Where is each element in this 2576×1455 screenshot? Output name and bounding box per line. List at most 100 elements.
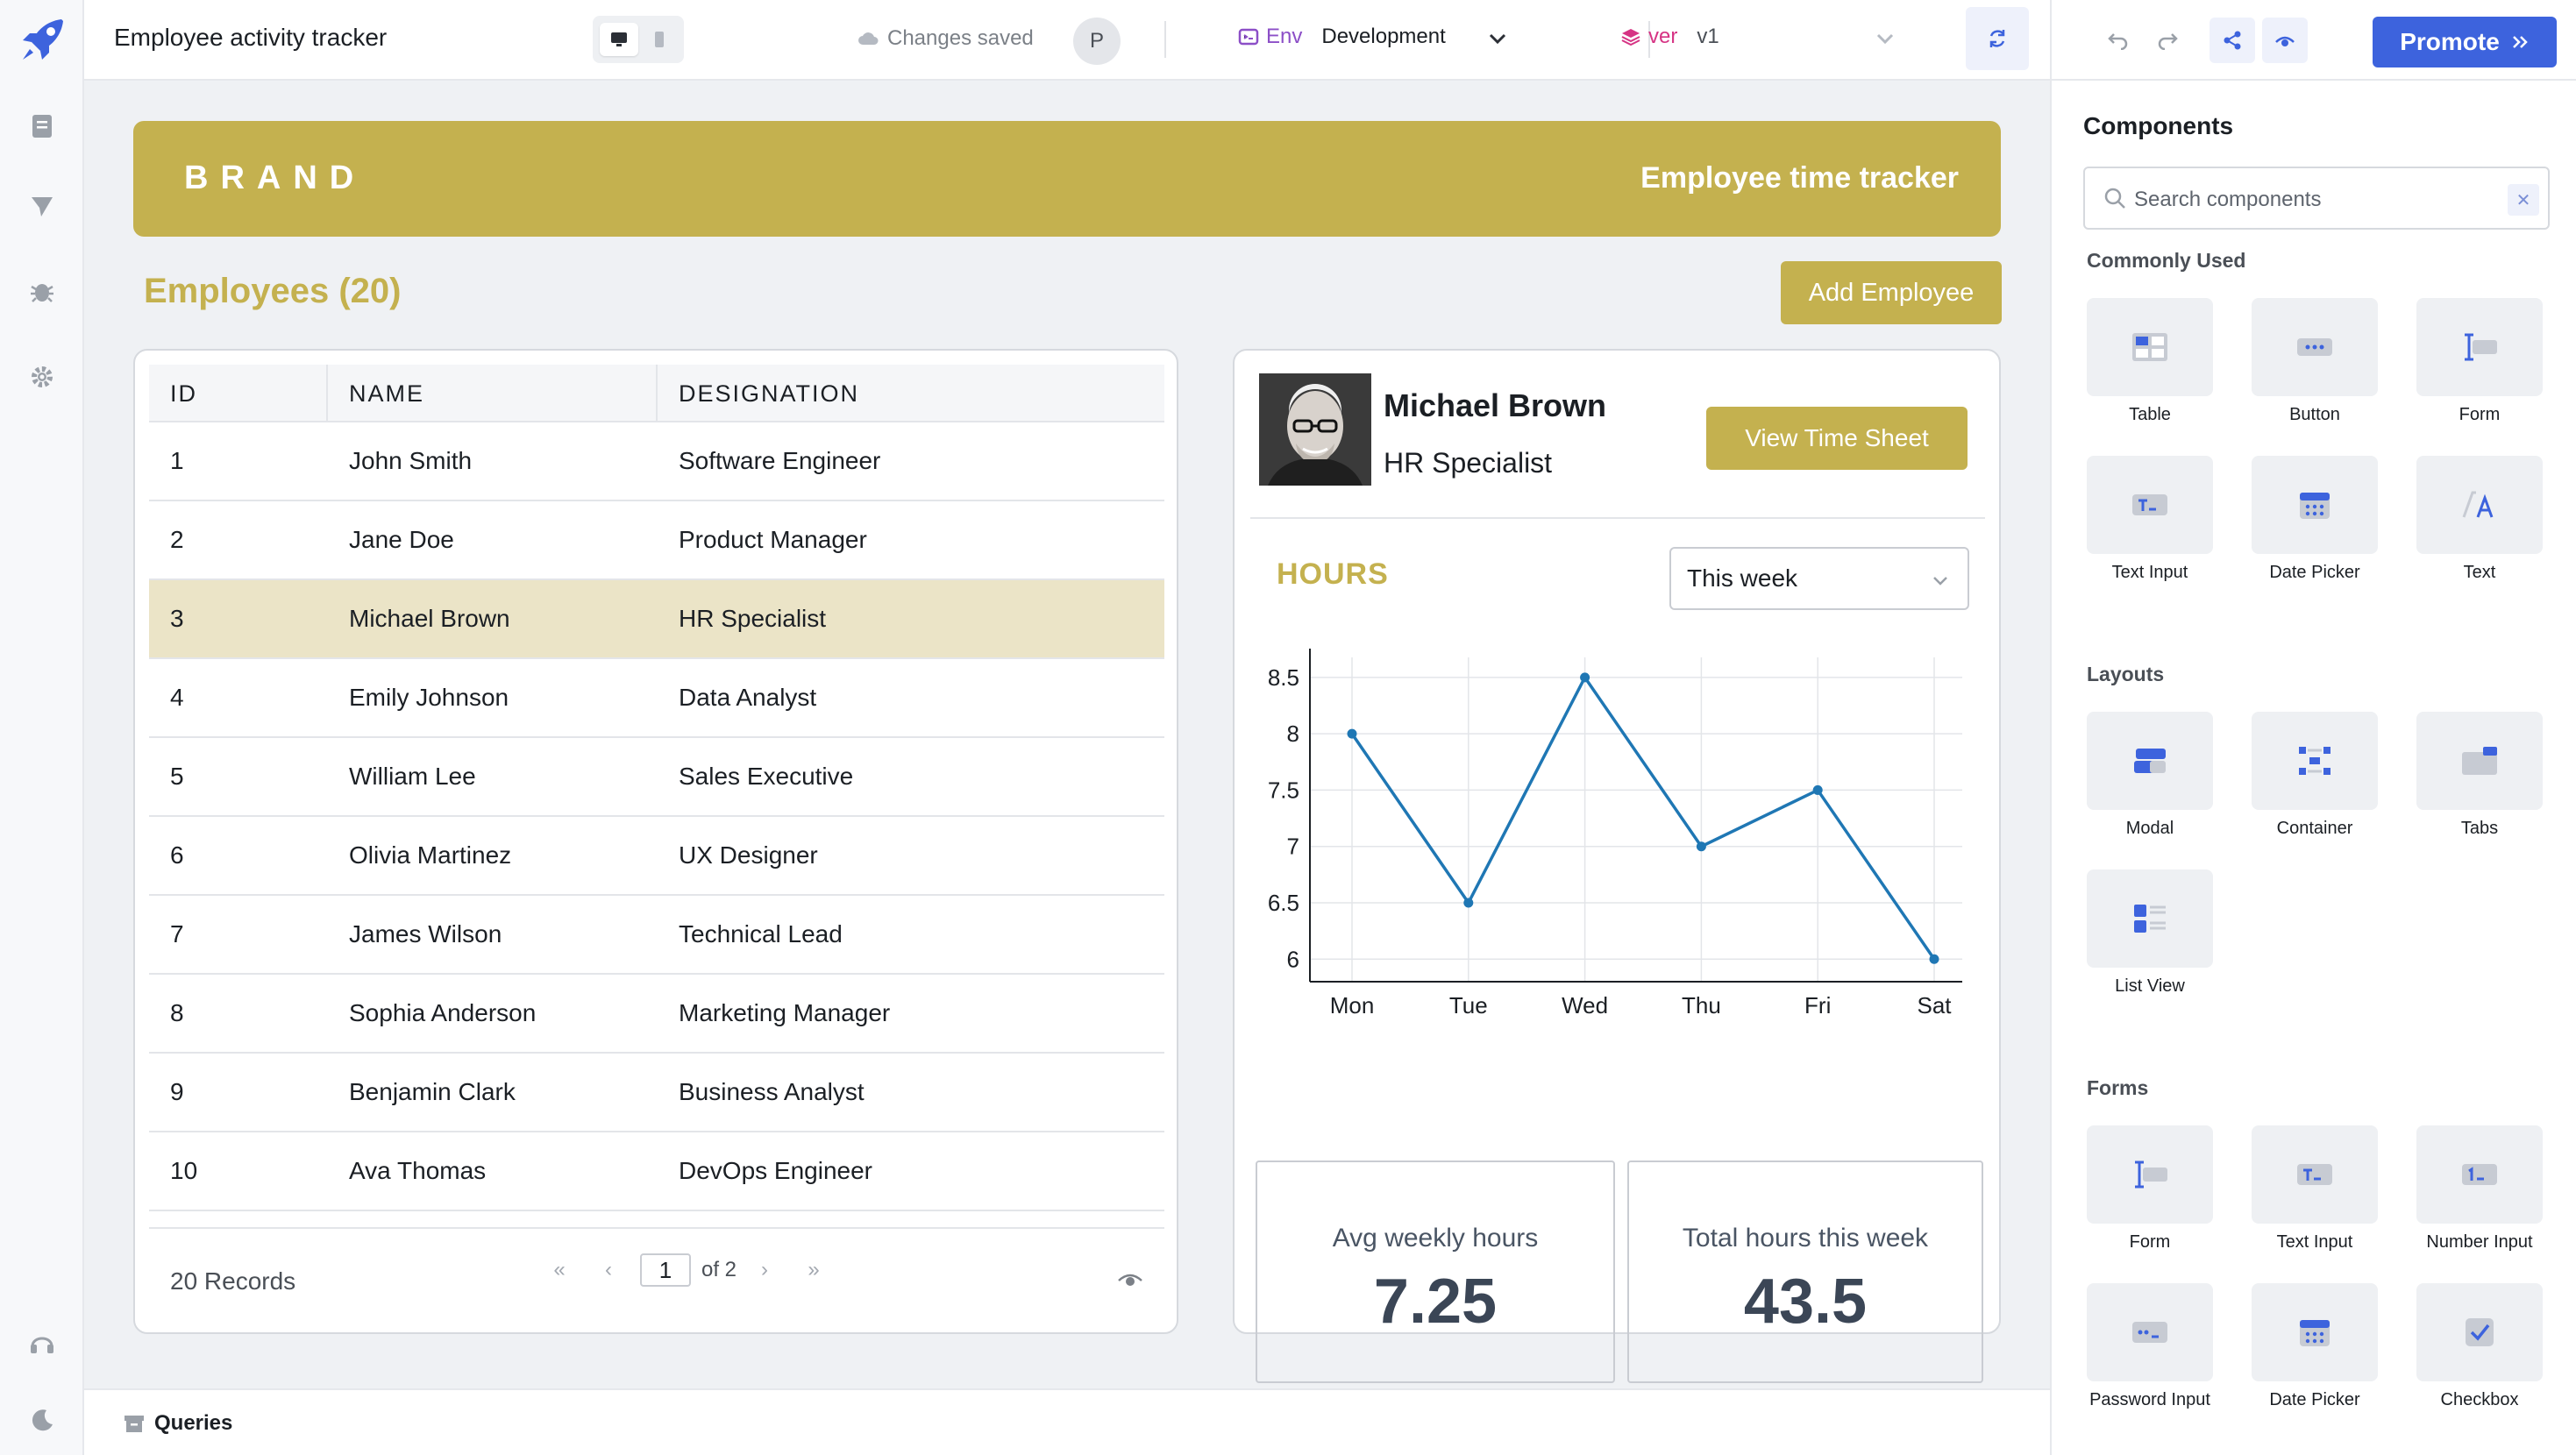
- table-row[interactable]: 5 William Lee Sales Executive: [149, 738, 1164, 817]
- form-icon: [2135, 1160, 2167, 1189]
- component-modal[interactable]: Modal: [2087, 712, 2213, 839]
- component-form[interactable]: Form: [2087, 1125, 2213, 1253]
- comments-icon[interactable]: [25, 189, 60, 224]
- cell-name: James Wilson: [349, 920, 502, 948]
- component-password-input[interactable]: Password Input: [2087, 1283, 2213, 1410]
- tile-label: Form: [2129, 1232, 2171, 1252]
- cell-designation: HR Specialist: [679, 605, 827, 632]
- component-date-picker[interactable]: Date Picker: [2252, 456, 2378, 583]
- table-row[interactable]: 6 Olivia Martinez UX Designer: [149, 817, 1164, 896]
- data-point: [1580, 672, 1590, 683]
- clear-search-icon[interactable]: ✕: [2508, 184, 2539, 216]
- table-row-selected[interactable]: 3 Michael Brown HR Specialist: [149, 580, 1164, 659]
- tile-label: Form: [2459, 405, 2501, 424]
- cell-designation: Software Engineer: [679, 447, 881, 474]
- avg-weekly-hours-stat: Avg weekly hours 7.25: [1256, 1160, 1615, 1383]
- share-button[interactable]: [2210, 18, 2255, 63]
- component-search-input[interactable]: Search components ✕: [2083, 167, 2550, 230]
- promote-button[interactable]: Promote: [2373, 17, 2557, 67]
- component-number-input[interactable]: Number Input: [2416, 1125, 2543, 1253]
- undo-icon[interactable]: [2101, 23, 2136, 58]
- tile-label: List View: [2115, 976, 2185, 996]
- rocket-logo-icon[interactable]: [18, 14, 68, 65]
- add-employee-button[interactable]: Add Employee: [1781, 261, 2002, 324]
- calendar-icon: [2300, 493, 2330, 519]
- first-page-icon[interactable]: «: [535, 1258, 584, 1282]
- x-tick-label: Tue: [1449, 992, 1488, 1018]
- total-hours-stat: Total hours this week 43.5: [1627, 1160, 1983, 1383]
- cell-id: 10: [170, 1157, 198, 1184]
- support-headset-icon[interactable]: [25, 1325, 60, 1360]
- component-container[interactable]: Container: [2252, 712, 2378, 839]
- column-header-id[interactable]: ID: [149, 365, 328, 422]
- table-row[interactable]: 8 Sophia Anderson Marketing Manager: [149, 975, 1164, 1054]
- component-date-picker[interactable]: Date Picker: [2252, 1283, 2378, 1410]
- y-tick-label: 8.5: [1268, 664, 1299, 691]
- cell-id: 2: [170, 526, 184, 553]
- pages-icon[interactable]: [25, 109, 60, 144]
- period-dropdown[interactable]: This week: [1669, 547, 1969, 610]
- component-text[interactable]: Text: [2416, 456, 2543, 583]
- dark-mode-moon-icon[interactable]: [25, 1402, 60, 1437]
- page-number-input[interactable]: 1: [640, 1253, 691, 1287]
- components-title: Components: [2083, 112, 2234, 139]
- chevron-down-icon[interactable]: [1485, 26, 1510, 55]
- tile-label: Container: [2276, 819, 2353, 838]
- component-table[interactable]: Table: [2087, 298, 2213, 425]
- debugger-bug-icon[interactable]: [25, 273, 60, 309]
- series-line: [1350, 674, 1936, 961]
- table-row[interactable]: 7 James Wilson Technical Lead: [149, 896, 1164, 975]
- app-title[interactable]: Employee activity tracker: [114, 24, 387, 52]
- last-page-icon[interactable]: »: [789, 1258, 838, 1282]
- table-row[interactable]: 9 Benjamin Clark Business Analyst: [149, 1054, 1164, 1132]
- chevron-down-icon[interactable]: [1873, 26, 1897, 55]
- checkbox-icon: [2466, 1318, 2494, 1346]
- search-icon: [2104, 188, 2125, 209]
- table-row[interactable]: 2 Jane Doe Product Manager: [149, 501, 1164, 580]
- stat-value: 43.5: [1743, 1267, 1868, 1337]
- section-forms: Forms: [2087, 1076, 2149, 1099]
- column-header-name[interactable]: NAME: [328, 365, 658, 422]
- table-row[interactable]: 4 Emily Johnson Data Analyst: [149, 659, 1164, 738]
- data-point: [1696, 841, 1706, 852]
- redo-icon[interactable]: [2150, 23, 2185, 58]
- container-icon: [2299, 747, 2330, 775]
- table-row[interactable]: 10 Ava Thomas DevOps Engineer: [149, 1132, 1164, 1211]
- next-page-icon[interactable]: ›: [740, 1258, 789, 1282]
- component-checkbox[interactable]: Checkbox: [2416, 1283, 2543, 1410]
- preview-button[interactable]: [2262, 18, 2308, 63]
- settings-gear-icon[interactable]: [25, 359, 60, 394]
- component-text-input[interactable]: Text Input: [2087, 456, 2213, 583]
- component-form[interactable]: Form: [2416, 298, 2543, 425]
- component-text-input[interactable]: Text Input: [2252, 1125, 2378, 1253]
- user-avatar[interactable]: P: [1073, 18, 1121, 65]
- password-input-icon: [2132, 1322, 2167, 1343]
- tile-label: Text Input: [2111, 563, 2188, 582]
- data-point: [1929, 954, 1939, 964]
- layers-version-icon: [1621, 29, 1640, 46]
- sync-button[interactable]: [1966, 7, 2029, 70]
- environment-icon: [1238, 28, 1259, 46]
- queries-panel-bar[interactable]: Queries: [84, 1388, 2050, 1455]
- x-tick-label: Thu: [1682, 992, 1721, 1018]
- component-button[interactable]: Button: [2252, 298, 2378, 425]
- queries-label: Queries: [154, 1411, 233, 1435]
- cell-designation: Product Manager: [679, 526, 867, 553]
- tile-label: Text: [2463, 563, 2496, 582]
- environment-selector[interactable]: Env Development: [1238, 25, 1446, 49]
- component-tabs[interactable]: Tabs: [2416, 712, 2543, 839]
- desktop-view-icon[interactable]: [600, 23, 638, 56]
- section-layouts: Layouts: [2087, 663, 2165, 685]
- version-selector[interactable]: ver v1: [1620, 25, 1719, 49]
- view-time-sheet-button[interactable]: View Time Sheet: [1706, 407, 1968, 470]
- x-tick-label: Fri: [1804, 992, 1831, 1018]
- table-row[interactable]: 1 John Smith Software Engineer: [149, 422, 1164, 501]
- archive-box-icon: [125, 1416, 144, 1432]
- column-header-designation[interactable]: DESIGNATION: [658, 365, 1164, 422]
- y-tick-label: 7.5: [1268, 777, 1299, 803]
- column-visibility-eye-icon[interactable]: [1117, 1267, 1143, 1293]
- prev-page-icon[interactable]: ‹: [584, 1258, 633, 1282]
- divider: [1250, 517, 1985, 519]
- mobile-view-icon[interactable]: [642, 23, 677, 56]
- component-list-view[interactable]: List View: [2087, 869, 2213, 997]
